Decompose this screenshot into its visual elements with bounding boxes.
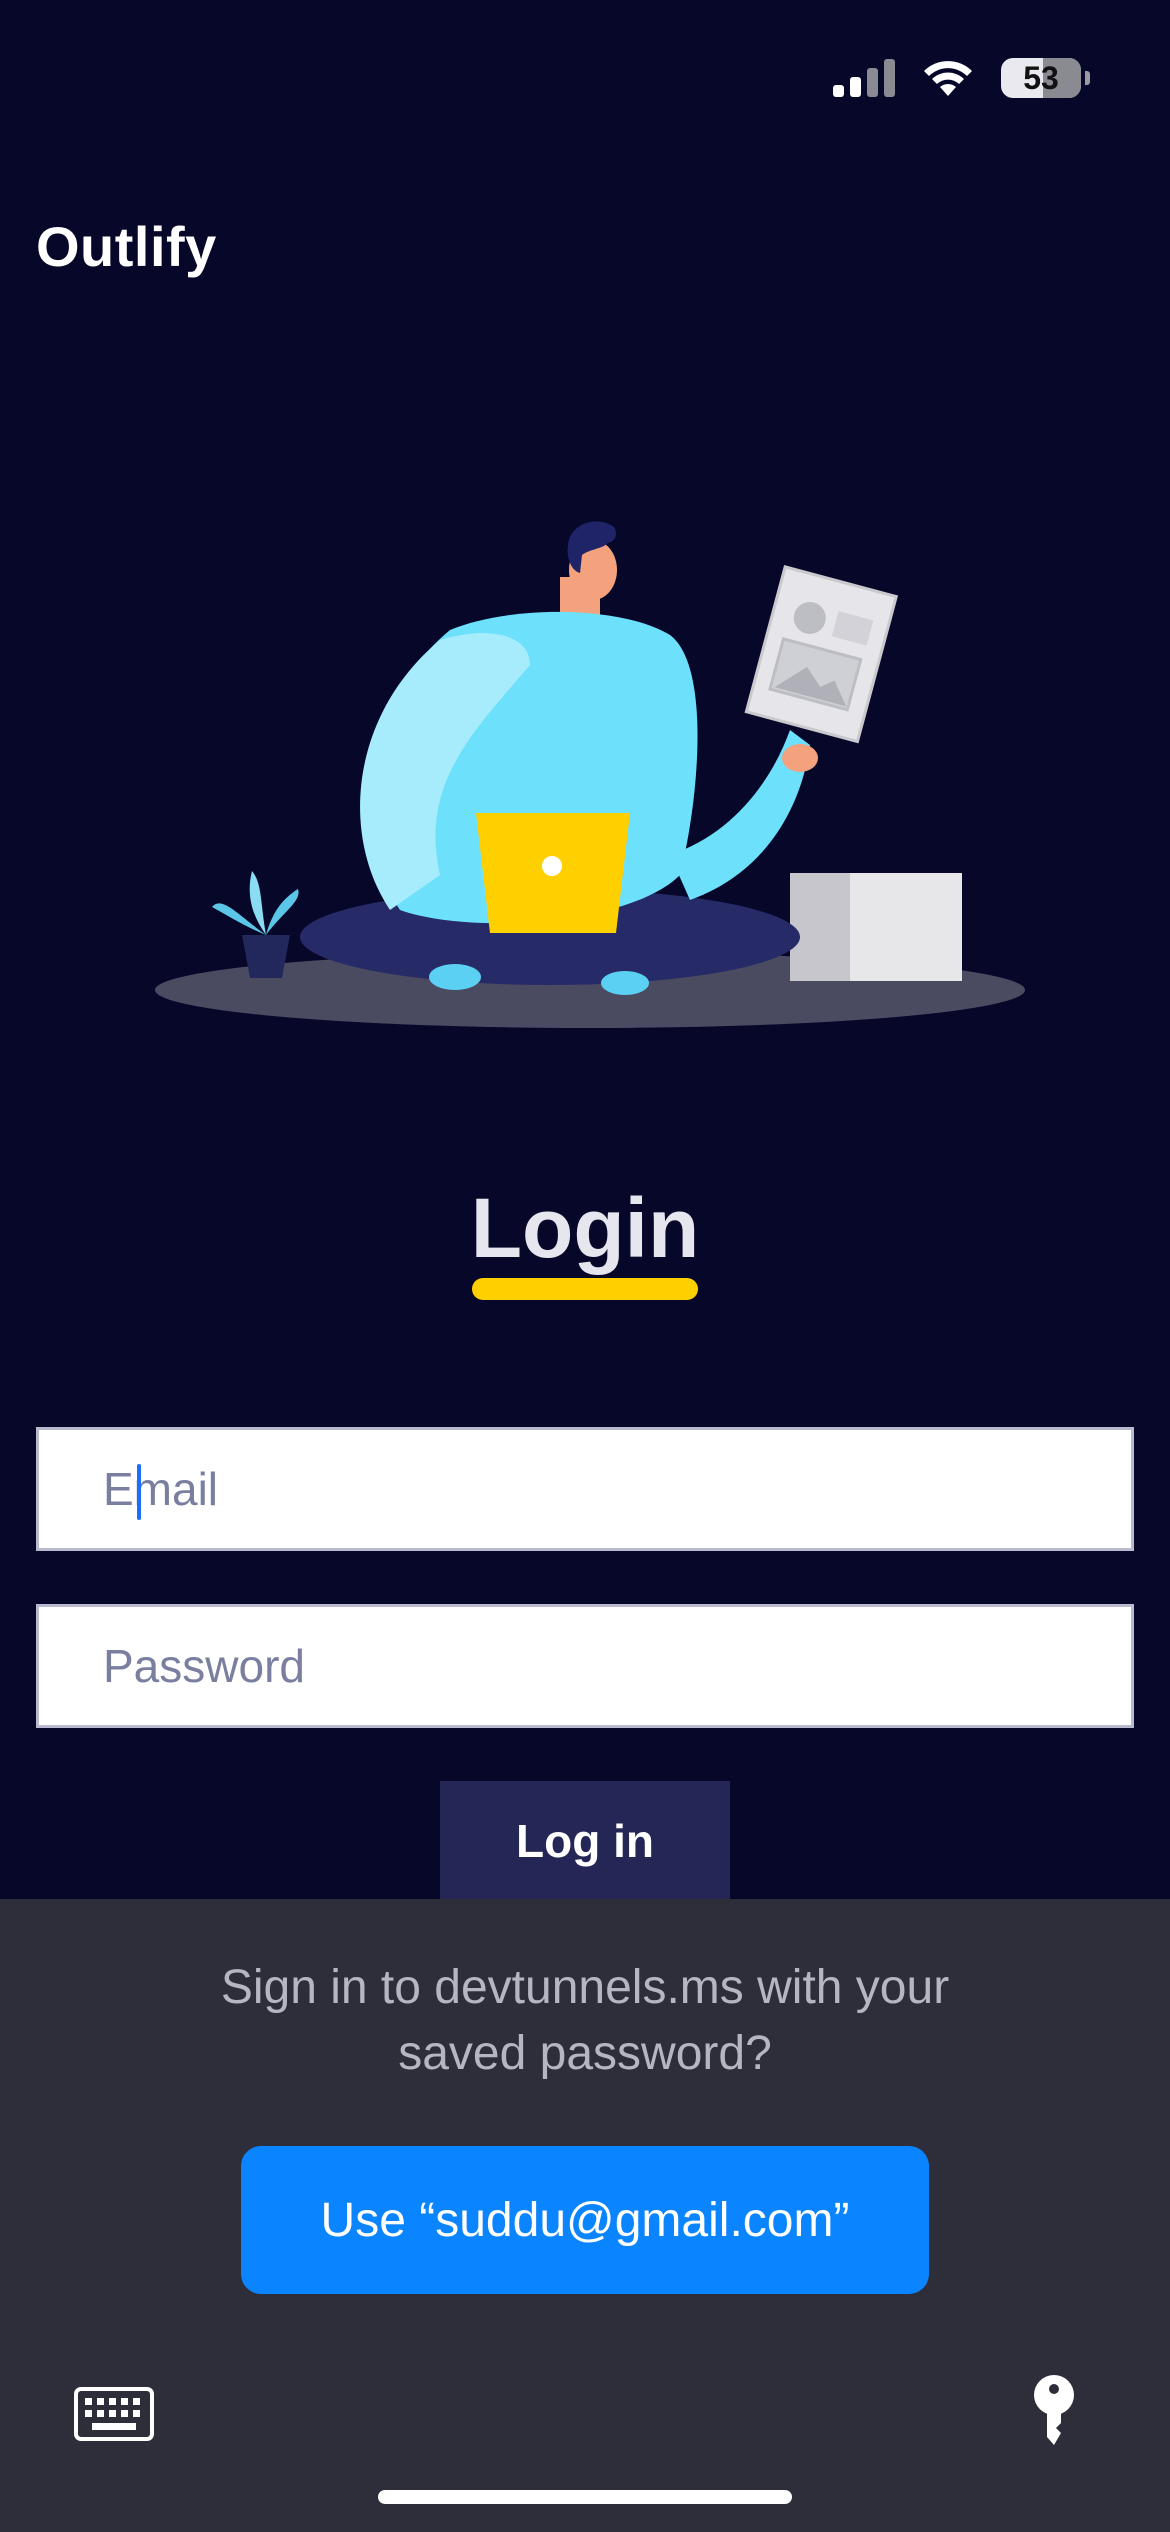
prompt-line-2: saved password? xyxy=(398,2027,772,2080)
battery-tip xyxy=(1085,71,1090,85)
login-title: Login xyxy=(470,1181,700,1275)
keyboard-icon[interactable] xyxy=(74,2387,154,2441)
saved-password-prompt: Sign in to devtunnels.ms with your saved… xyxy=(0,1955,1170,2087)
battery-icon: 53 xyxy=(1001,58,1081,98)
email-placeholder: Email xyxy=(103,1463,219,1515)
password-field[interactable]: Password xyxy=(36,1604,1134,1728)
home-indicator[interactable] xyxy=(378,2490,792,2504)
wifi-icon xyxy=(924,61,972,96)
login-heading: Login xyxy=(0,1180,1170,1277)
login-illustration xyxy=(155,521,1025,1028)
use-saved-password-button[interactable]: Use “suddu@gmail.com” xyxy=(241,2146,929,2294)
battery-level: 53 xyxy=(1023,59,1059,96)
app-brand: Outlify xyxy=(36,215,217,278)
saved-password-sheet: Sign in to devtunnels.ms with your saved… xyxy=(0,1899,1170,2532)
signal-icon xyxy=(833,59,895,97)
email-field[interactable]: Email xyxy=(36,1427,1134,1551)
status-bar: 53 xyxy=(0,0,1170,150)
password-placeholder: Password xyxy=(103,1640,305,1692)
key-icon[interactable] xyxy=(1032,2375,1076,2447)
status-icons: 53 xyxy=(833,58,1090,98)
title-underline xyxy=(472,1278,698,1300)
prompt-line-1: Sign in to devtunnels.ms with your xyxy=(220,1961,950,2014)
text-caret xyxy=(137,1464,141,1520)
login-button[interactable]: Log in xyxy=(440,1781,730,1901)
